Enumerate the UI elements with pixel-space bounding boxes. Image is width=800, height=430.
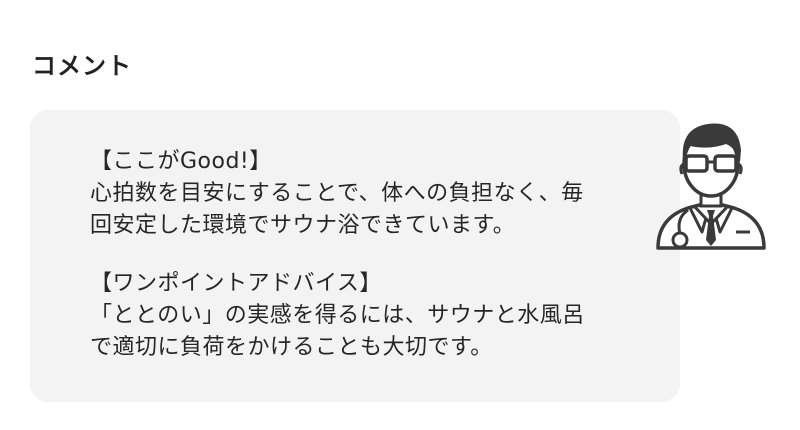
- advice-line: で適切に負荷をかけることも大切です。: [90, 335, 493, 360]
- doctor-avatar-icon: [650, 106, 772, 256]
- good-point-line: 回安定した環境でサウナ浴できています。: [90, 213, 516, 238]
- good-point-title: 【ここがGood!】: [90, 149, 272, 174]
- advice-block: 【ワンポイントアドバイス】 「ととのい」の実感を得るには、サウナと水風呂 で適切…: [90, 268, 680, 364]
- good-point-line: 心拍数を目安にすることで、体への負担なく、毎: [90, 181, 584, 206]
- comment-bubble: 【ここがGood!】 心拍数を目安にすることで、体への負担なく、毎 回安定した環…: [30, 110, 680, 402]
- advice-title: 【ワンポイントアドバイス】: [90, 271, 382, 296]
- good-point-block: 【ここがGood!】 心拍数を目安にすることで、体への負担なく、毎 回安定した環…: [90, 146, 680, 242]
- comment-heading: コメント: [32, 52, 132, 80]
- advice-line: 「ととのい」の実感を得るには、サウナと水風呂: [90, 303, 585, 328]
